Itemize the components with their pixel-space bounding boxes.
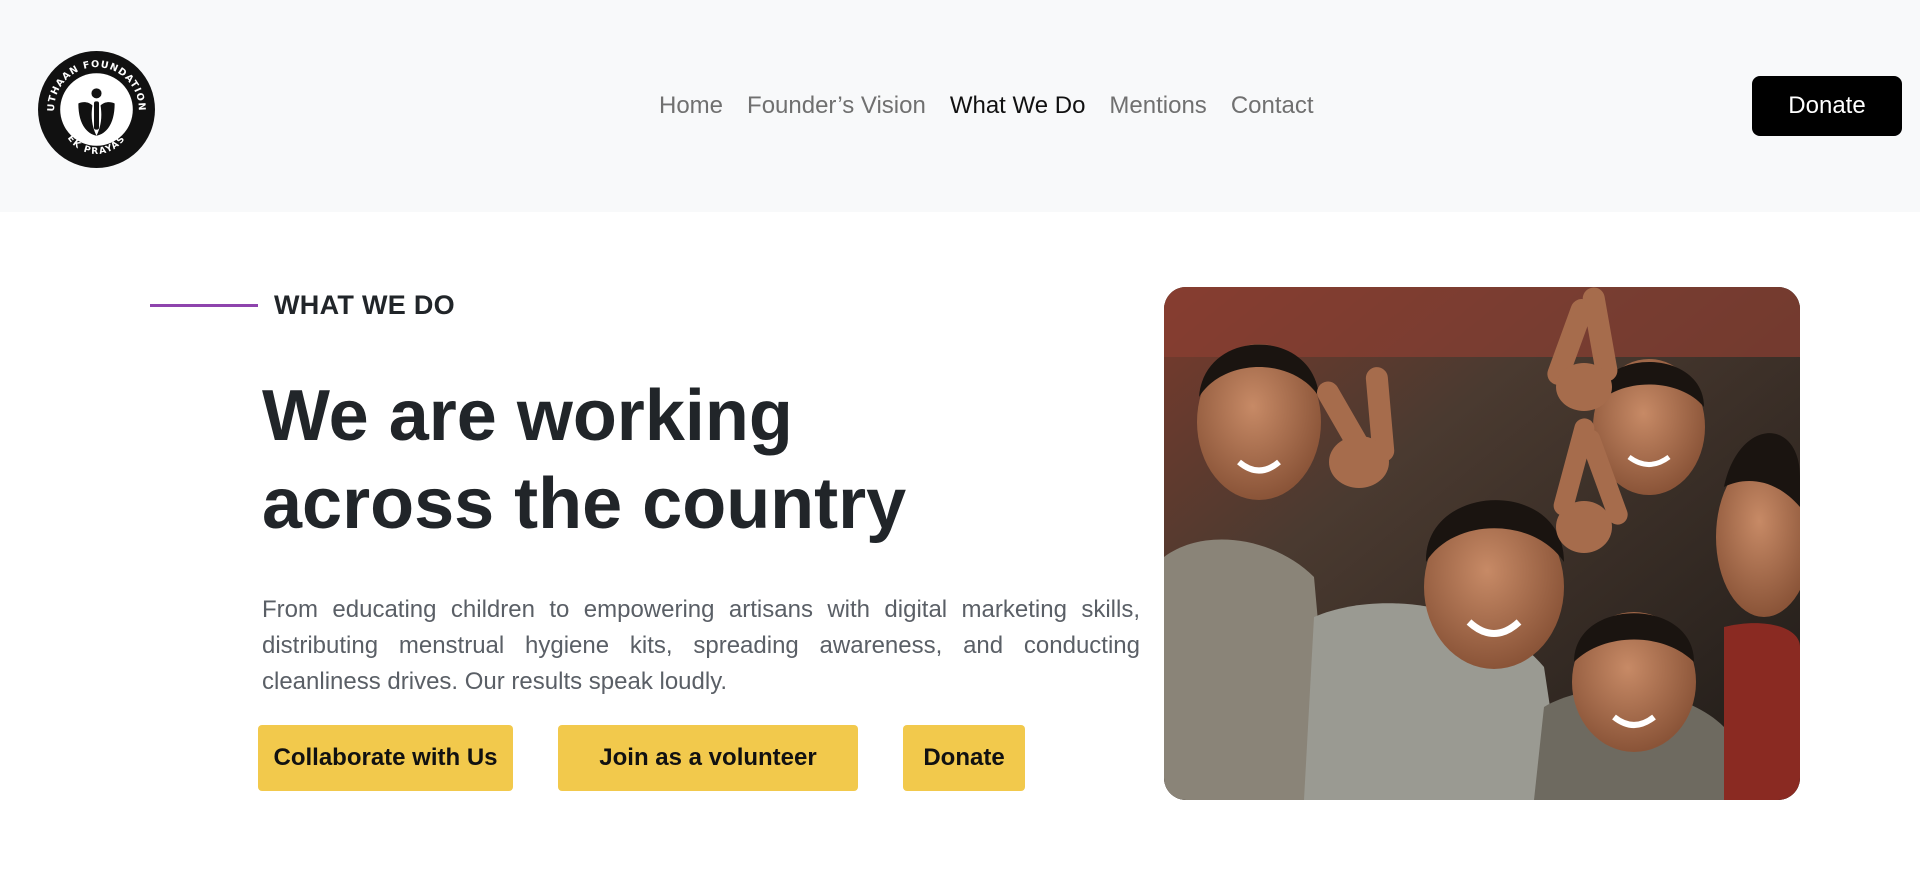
hero-heading-line-2: across the country (262, 464, 907, 544)
collaborate-button[interactable]: Collaborate with Us (258, 725, 513, 791)
hero-description: From educating children to empowering ar… (262, 596, 1140, 695)
nav-link-founders-vision[interactable]: Founder’s Vision (735, 88, 938, 124)
nav-link-contact[interactable]: Contact (1219, 88, 1326, 124)
section-eyebrow: WHAT WE DO (150, 290, 455, 321)
site-header: UTHAAN FOUNDATION EK PRAYAS Home Founder… (0, 0, 1920, 212)
eyebrow-label: WHAT WE DO (274, 290, 455, 320)
hero-heading: We are working across the country (262, 372, 982, 548)
hero-heading-line-1: We are working (262, 376, 793, 456)
nav-link-mentions[interactable]: Mentions (1097, 88, 1218, 124)
uthaan-foundation-logo[interactable]: UTHAAN FOUNDATION EK PRAYAS (36, 49, 157, 170)
main-nav: Home Founder’s Vision What We Do Mention… (647, 88, 1326, 124)
nav-link-home[interactable]: Home (647, 88, 735, 124)
donate-button[interactable]: Donate (903, 725, 1025, 791)
children-photo-illustration (1164, 287, 1800, 800)
eyebrow-accent-line (150, 304, 258, 307)
volunteer-button[interactable]: Join as a volunteer (558, 725, 858, 791)
header-donate-button[interactable]: Donate (1752, 76, 1902, 136)
nav-link-what-we-do[interactable]: What We Do (938, 88, 1098, 124)
children-photo (1164, 287, 1800, 800)
